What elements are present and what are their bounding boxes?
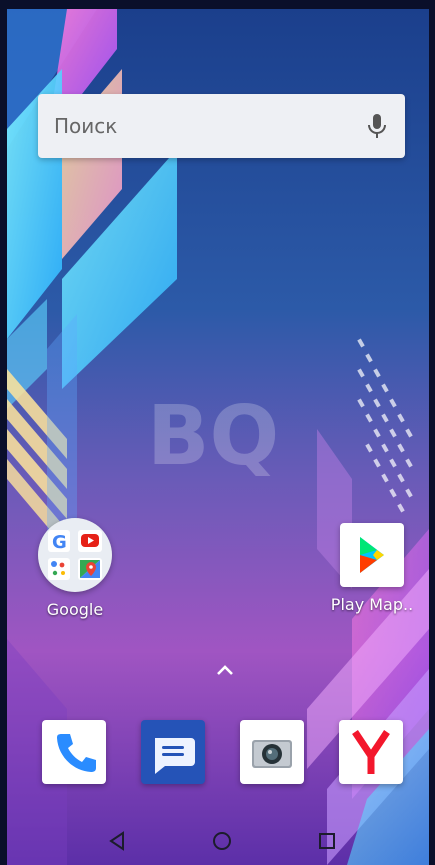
search-input[interactable]: Поиск xyxy=(54,114,117,138)
play-store-shortcut[interactable]: Play Map.. xyxy=(324,523,420,614)
messages-icon[interactable] xyxy=(141,720,205,784)
play-store-label: Play Map.. xyxy=(330,595,414,614)
google-folder[interactable]: G Google xyxy=(27,518,123,619)
svg-text:G: G xyxy=(52,532,67,553)
dock xyxy=(7,720,429,790)
home-icon[interactable] xyxy=(210,829,234,853)
folder-label: Google xyxy=(46,600,104,619)
play-store-icon[interactable] xyxy=(340,523,404,587)
home-screen: BQ Поиск G Google Play Map.. xyxy=(7,9,429,865)
folder-icon[interactable]: G xyxy=(38,518,112,592)
camera-icon[interactable] xyxy=(240,720,304,784)
back-icon[interactable] xyxy=(105,829,129,853)
navigation-bar xyxy=(7,817,429,865)
recents-icon[interactable] xyxy=(315,829,339,853)
svg-text:BQ: BQ xyxy=(147,389,279,484)
search-bar[interactable]: Поиск xyxy=(38,94,405,158)
mic-icon[interactable] xyxy=(365,112,389,140)
phone-icon[interactable] xyxy=(42,720,106,784)
yandex-icon[interactable] xyxy=(339,720,403,784)
chevron-up-icon[interactable] xyxy=(215,663,235,677)
